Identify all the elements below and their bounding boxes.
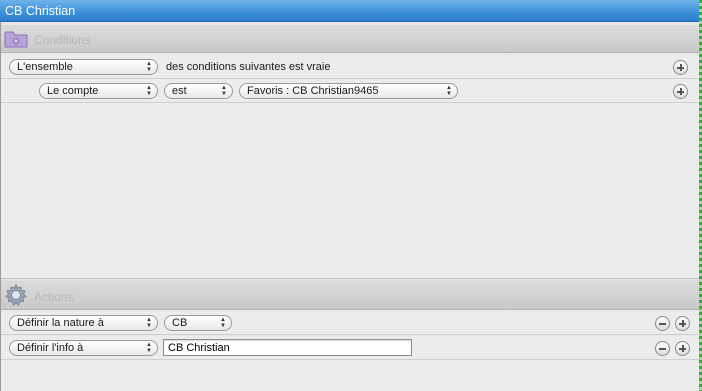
action-row: Définir la nature à ▲ ▼ CB ▲ ▼	[0, 311, 702, 335]
remove-action-button[interactable]	[655, 341, 670, 356]
actions-list-area	[0, 361, 702, 391]
condition-value-popup[interactable]: Favoris : CB Christian9465 ▲ ▼	[239, 83, 458, 99]
gear-icon	[5, 284, 27, 306]
add-action-button[interactable]	[675, 341, 690, 356]
action-info-input[interactable]	[163, 339, 412, 356]
condition-value-value: Favoris : CB Christian9465	[247, 85, 379, 97]
popup-arrows-icon: ▲ ▼	[221, 85, 227, 97]
conditions-list-area	[0, 103, 702, 279]
action-row: Définir l'info à ▲ ▼	[0, 336, 702, 360]
window-titlebar: CB Christian	[0, 0, 702, 22]
popup-arrows-icon: ▲ ▼	[146, 342, 152, 354]
conditions-header: Conditions	[0, 25, 702, 53]
folder-icon	[4, 31, 28, 48]
remove-action-button[interactable]	[655, 316, 670, 331]
popup-arrows-icon: ▲ ▼	[220, 317, 226, 329]
condition-operator-value: est	[172, 85, 187, 97]
add-condition-button[interactable]	[673, 60, 688, 75]
match-rule-popup[interactable]: L'ensemble ▲ ▼	[9, 59, 158, 75]
action-type-popup[interactable]: Définir la nature à ▲ ▼	[9, 315, 158, 331]
actions-title: Actions	[34, 290, 74, 304]
action-type-popup[interactable]: Définir l'info à ▲ ▼	[9, 340, 158, 356]
popup-arrows-icon: ▲ ▼	[146, 85, 152, 97]
condition-field-value: Le compte	[47, 85, 99, 97]
popup-arrows-icon: ▲ ▼	[146, 317, 152, 329]
popup-arrows-icon: ▲ ▼	[446, 85, 452, 97]
window-title: CB Christian	[5, 4, 76, 18]
match-rule-row: L'ensemble ▲ ▼ des conditions suivantes e…	[0, 55, 702, 79]
condition-rule-row: Le compte ▲ ▼ est ▲ ▼ Favoris : CB Christi…	[0, 79, 702, 103]
popup-arrows-icon: ▲ ▼	[146, 61, 152, 73]
action-value-popup[interactable]: CB ▲ ▼	[164, 315, 232, 331]
match-rule-value: L'ensemble	[17, 61, 73, 73]
add-action-button[interactable]	[675, 316, 690, 331]
actions-header: Actions	[0, 280, 702, 310]
match-rule-suffix: des conditions suivantes est vraie	[166, 61, 331, 73]
action-type-value: Définir la nature à	[17, 317, 104, 329]
add-rule-button[interactable]	[673, 84, 688, 99]
condition-field-popup[interactable]: Le compte ▲ ▼	[39, 83, 158, 99]
window-left-border	[0, 22, 1, 391]
conditions-title: Conditions	[34, 33, 91, 47]
action-value-value: CB	[172, 317, 188, 329]
condition-operator-popup[interactable]: est ▲ ▼	[164, 83, 233, 99]
action-type-value: Définir l'info à	[17, 342, 84, 354]
